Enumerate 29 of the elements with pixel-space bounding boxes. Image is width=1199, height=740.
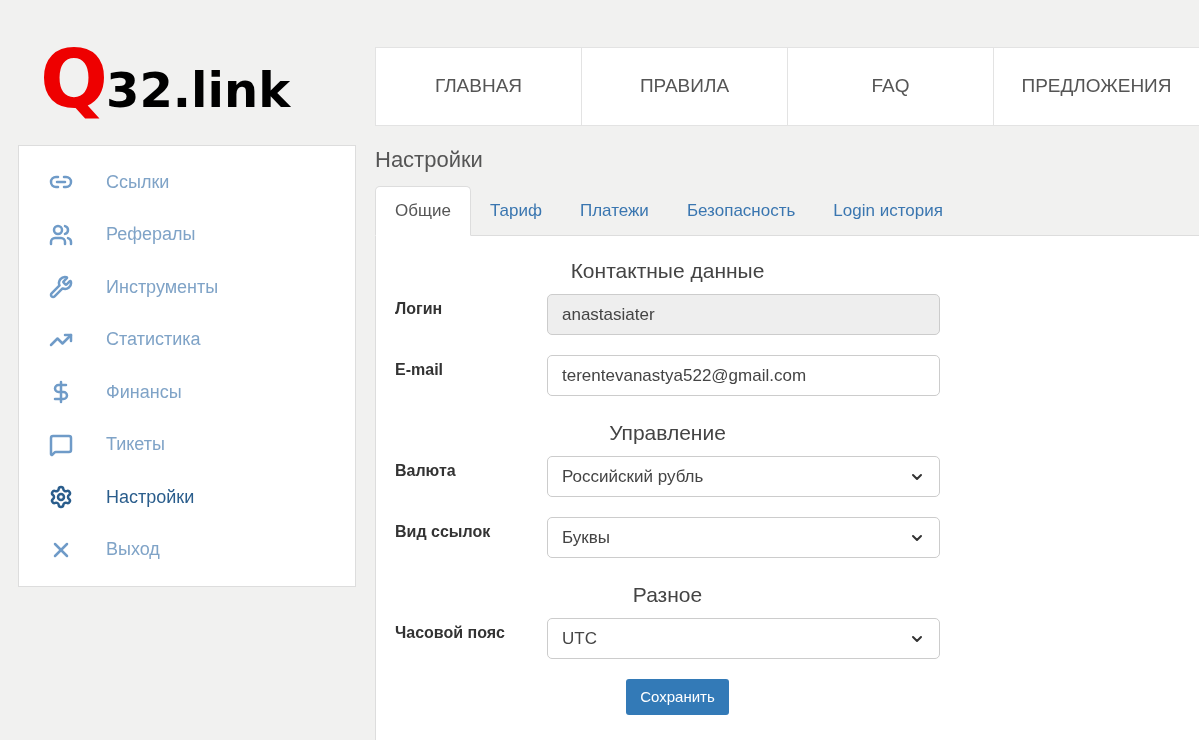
field-label: Вид ссылок [394, 522, 492, 542]
tab[interactable]: Тариф [470, 186, 561, 235]
section-heading: Контактные данные [570, 258, 765, 284]
tab[interactable]: Общие [375, 186, 471, 236]
save-button[interactable]: Сохранить [626, 679, 729, 715]
email-field[interactable]: terentevanastya522@gmail.com [547, 355, 940, 396]
users-icon [49, 222, 73, 247]
tab[interactable]: Безопасность [667, 186, 815, 235]
select-field[interactable]: Российский рубль [547, 456, 940, 497]
field-label: Валюта [394, 461, 457, 481]
field-label: E-mail [394, 360, 444, 380]
nav-link[interactable]: ПРЕДЛОЖЕНИЯ [994, 48, 1199, 125]
section-heading: Управление [609, 420, 726, 446]
page-title: Настройки [375, 146, 484, 174]
nav-link[interactable]: ГЛАВНАЯ [376, 48, 582, 125]
field-label: Часовой пояс [394, 623, 506, 643]
sidebar-item[interactable]: Настройки [19, 471, 355, 524]
field-label: Логин [394, 299, 444, 319]
gear-icon [49, 485, 73, 510]
nav-link[interactable]: ПРАВИЛА [582, 48, 788, 125]
select-field[interactable]: Буквы [547, 517, 940, 558]
tab[interactable]: Платежи [560, 186, 668, 235]
tab[interactable]: Login история [814, 186, 962, 235]
logo[interactable]: Q32.link [40, 40, 291, 120]
chat-icon [49, 432, 73, 457]
select-field[interactable]: UTC [547, 618, 940, 659]
wrench-icon [49, 275, 73, 300]
section-heading: Разное [632, 582, 703, 608]
nav-link[interactable]: FAQ [788, 48, 994, 125]
